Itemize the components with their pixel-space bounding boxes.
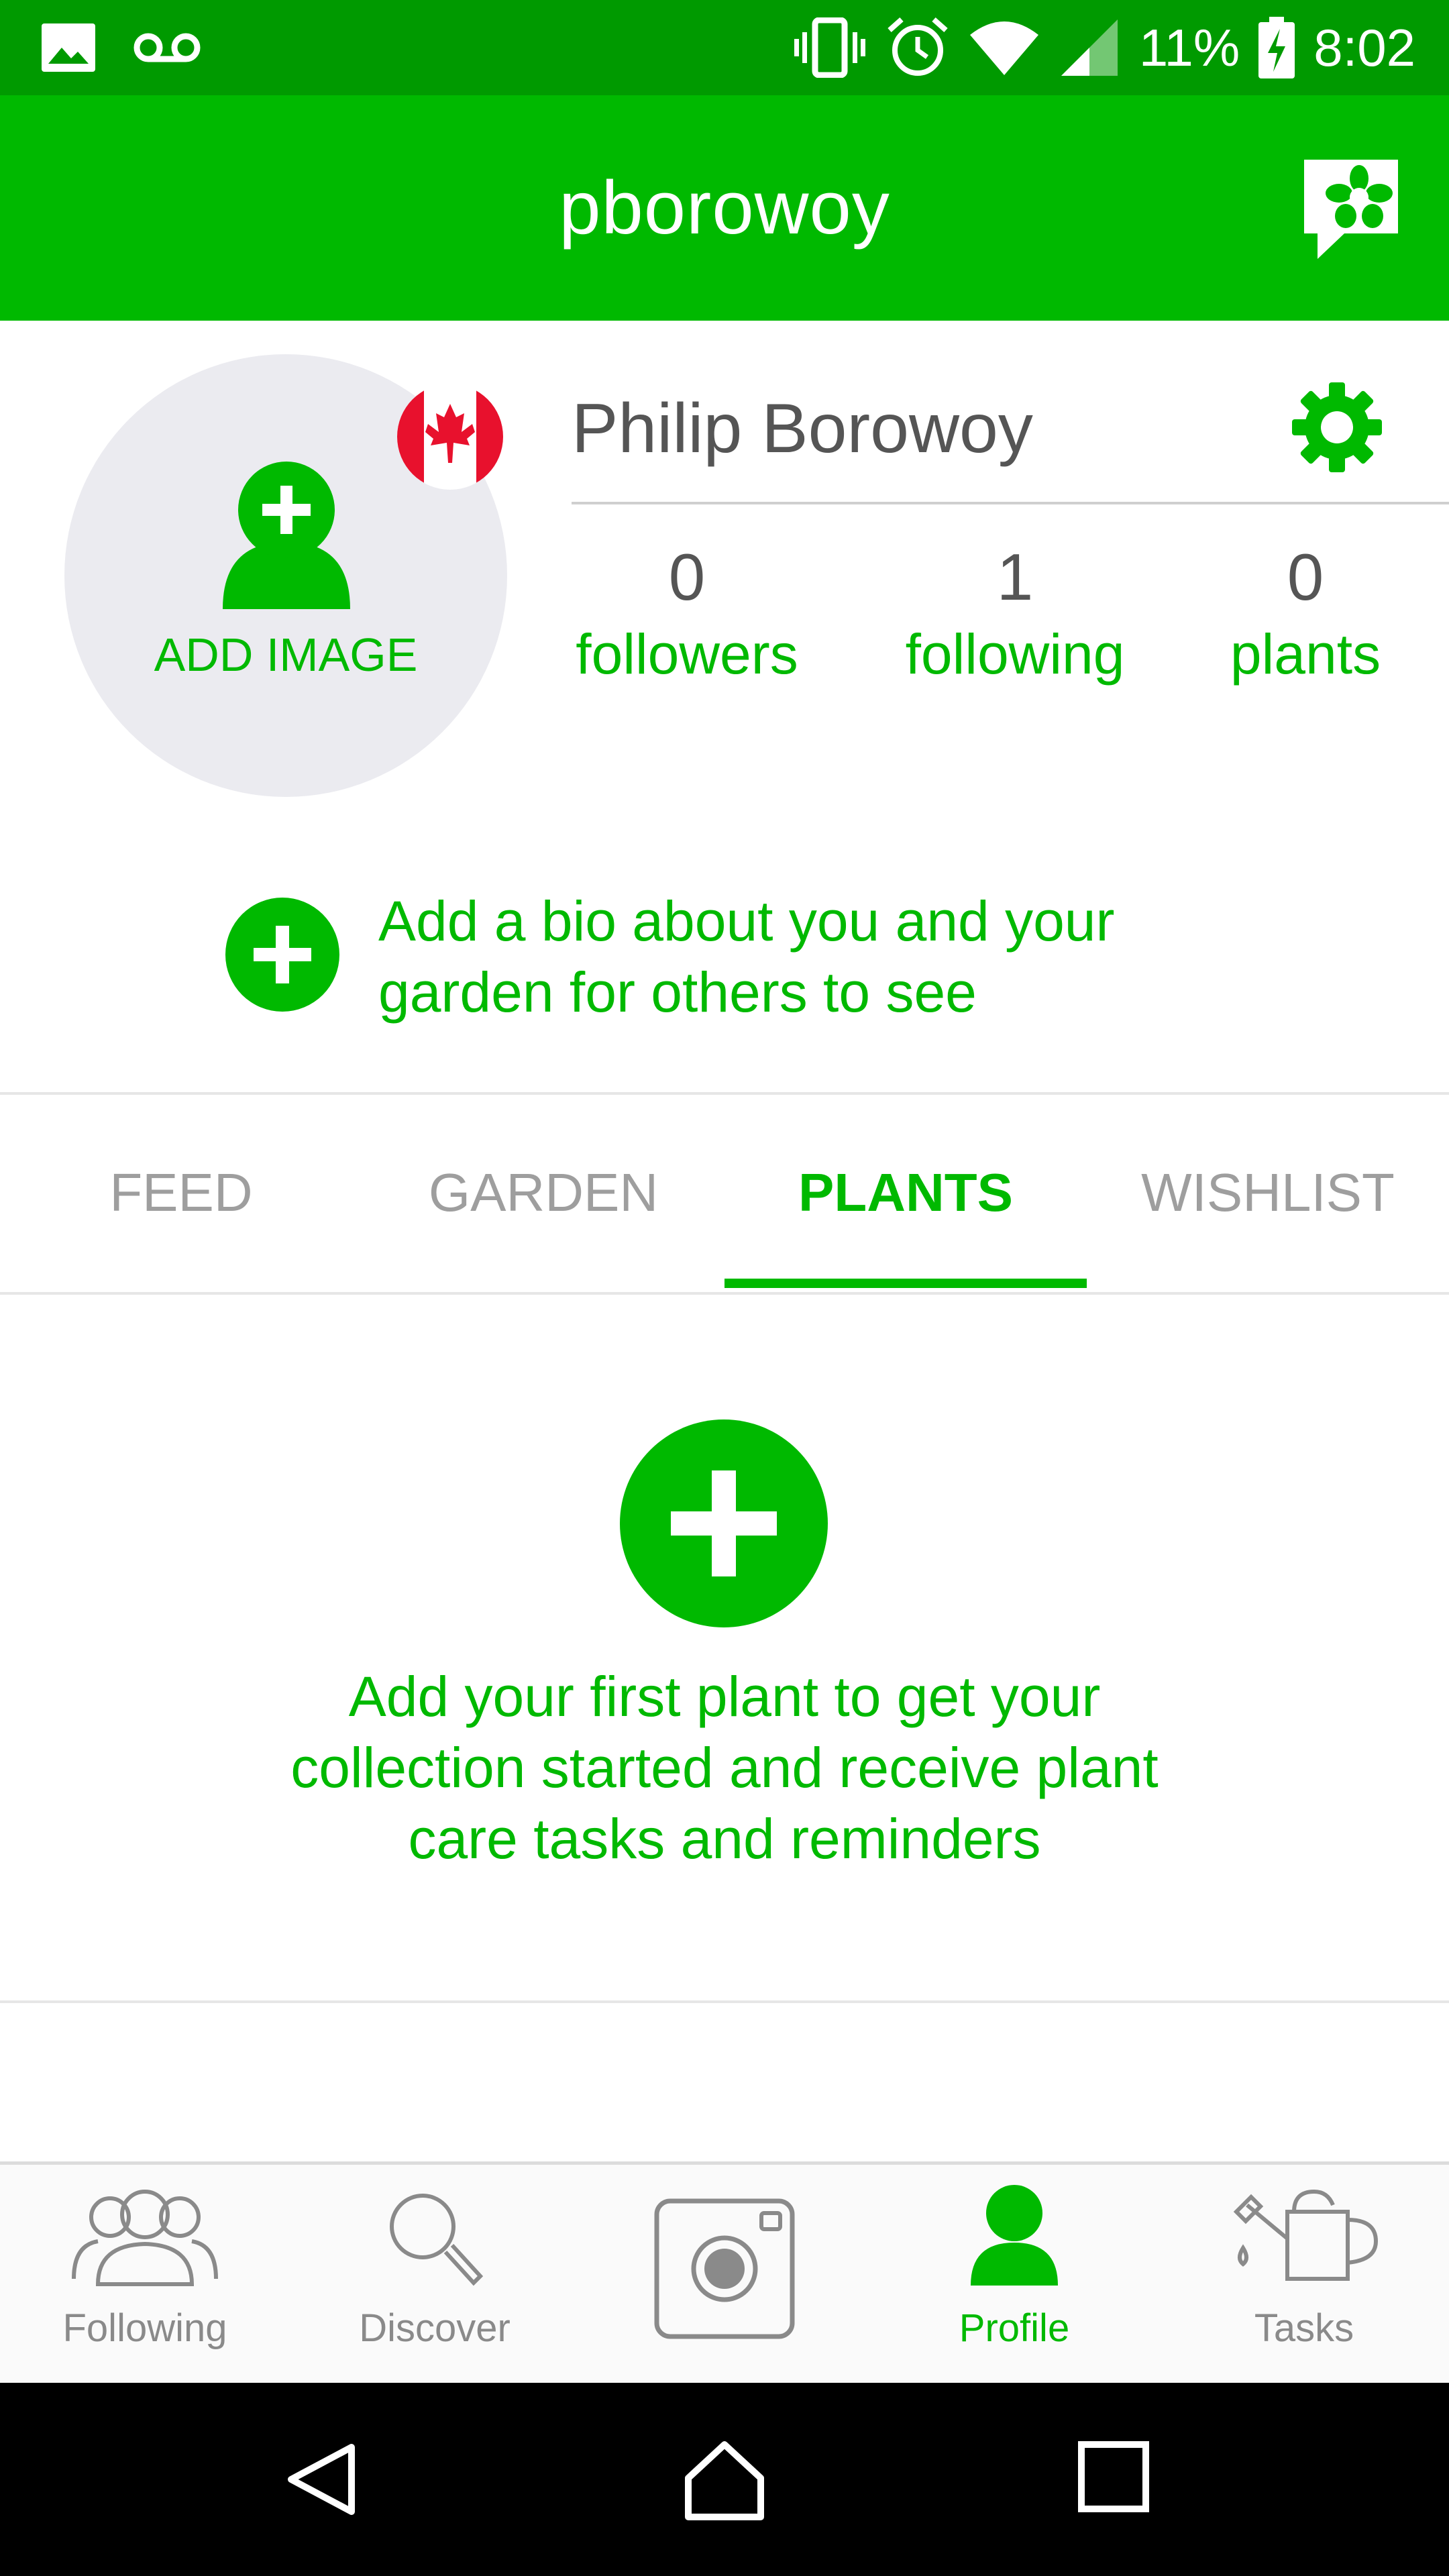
tab-plants[interactable]: PLANTS xyxy=(724,1095,1087,1291)
alarm-icon xyxy=(888,17,948,76)
nav-camera[interactable] xyxy=(580,2165,869,2383)
battery-percent: 11% xyxy=(1138,17,1240,77)
stat-followers[interactable]: 0 followers xyxy=(553,537,821,691)
add-bio-text: Add a bio about you and your garden for … xyxy=(378,885,1250,1028)
gear-icon[interactable] xyxy=(1291,381,1383,474)
empty-state-message: Add your first plant to get your collect… xyxy=(134,1661,1315,1874)
tabs-divider xyxy=(0,1292,1449,1295)
app-bar-title: pborowoy xyxy=(559,166,890,250)
empty-state-line: collection started and receive plant xyxy=(290,1736,1159,1799)
stat-value: 0 xyxy=(1287,540,1324,614)
home-icon[interactable] xyxy=(683,2439,766,2522)
flower-chat-icon[interactable] xyxy=(1297,154,1405,262)
empty-state-line: Add your first plant to get your xyxy=(348,1665,1101,1728)
stat-label: followers xyxy=(576,623,798,686)
stat-label: plants xyxy=(1230,623,1381,686)
add-plant-button[interactable] xyxy=(620,1419,828,1627)
add-person-icon xyxy=(223,462,350,609)
stat-following[interactable]: 1 following xyxy=(881,537,1149,691)
wifi-icon xyxy=(969,21,1038,75)
recents-icon[interactable] xyxy=(1076,2439,1151,2514)
image-icon xyxy=(42,23,95,72)
nav-label: Following xyxy=(62,2306,227,2350)
stat-plants[interactable]: 0 plants xyxy=(1171,537,1440,691)
people-icon xyxy=(72,2190,218,2286)
camera-icon xyxy=(654,2198,795,2339)
nav-discover[interactable]: Discover xyxy=(290,2165,580,2383)
status-bar: 11% 8:02 xyxy=(0,0,1449,95)
search-icon xyxy=(390,2194,484,2286)
nav-label: Tasks xyxy=(1254,2306,1354,2350)
name-divider xyxy=(572,502,1449,504)
empty-state-line: care tasks and reminders xyxy=(408,1807,1041,1870)
cell-signal-icon xyxy=(1061,19,1118,76)
bio-line: Add a bio about you and your xyxy=(378,890,1115,953)
nav-label: Profile xyxy=(959,2306,1070,2350)
content-divider xyxy=(0,2000,1449,2003)
nav-tasks[interactable]: Tasks xyxy=(1159,2165,1449,2383)
tab-wishlist[interactable]: WISHLIST xyxy=(1087,1095,1449,1291)
tab-feed[interactable]: FEED xyxy=(0,1095,362,1291)
tab-garden[interactable]: GARDEN xyxy=(362,1095,724,1291)
add-circle-icon xyxy=(225,898,339,1012)
stat-label: following xyxy=(905,623,1125,686)
voicemail-icon xyxy=(133,33,201,62)
profile-tabs: FEED GARDEN PLANTS WISHLIST xyxy=(0,1095,1449,1291)
battery-charging-icon xyxy=(1258,17,1295,78)
nav-profile[interactable]: Profile xyxy=(869,2165,1159,2383)
bottom-nav: Following Discover Profile Tasks xyxy=(0,2161,1449,2383)
vibrate-icon xyxy=(794,17,865,78)
back-icon[interactable] xyxy=(282,2439,362,2520)
system-nav-bar xyxy=(0,2383,1449,2576)
tab-indicator xyxy=(724,1279,1087,1288)
stat-value: 0 xyxy=(668,540,706,614)
clock: 8:02 xyxy=(1313,17,1415,77)
bio-line: garden for others to see xyxy=(378,961,977,1024)
watering-can-icon xyxy=(1233,2189,1379,2281)
nav-label: Discover xyxy=(359,2306,511,2350)
person-icon xyxy=(971,2185,1058,2286)
nav-following[interactable]: Following xyxy=(0,2165,290,2383)
canada-flag-icon xyxy=(397,384,503,490)
stat-value: 1 xyxy=(996,540,1034,614)
add-image-label: ADD IMAGE xyxy=(154,629,418,681)
profile-name: Philip Borowoy xyxy=(572,390,1033,468)
app-bar: pborowoy xyxy=(0,95,1449,321)
